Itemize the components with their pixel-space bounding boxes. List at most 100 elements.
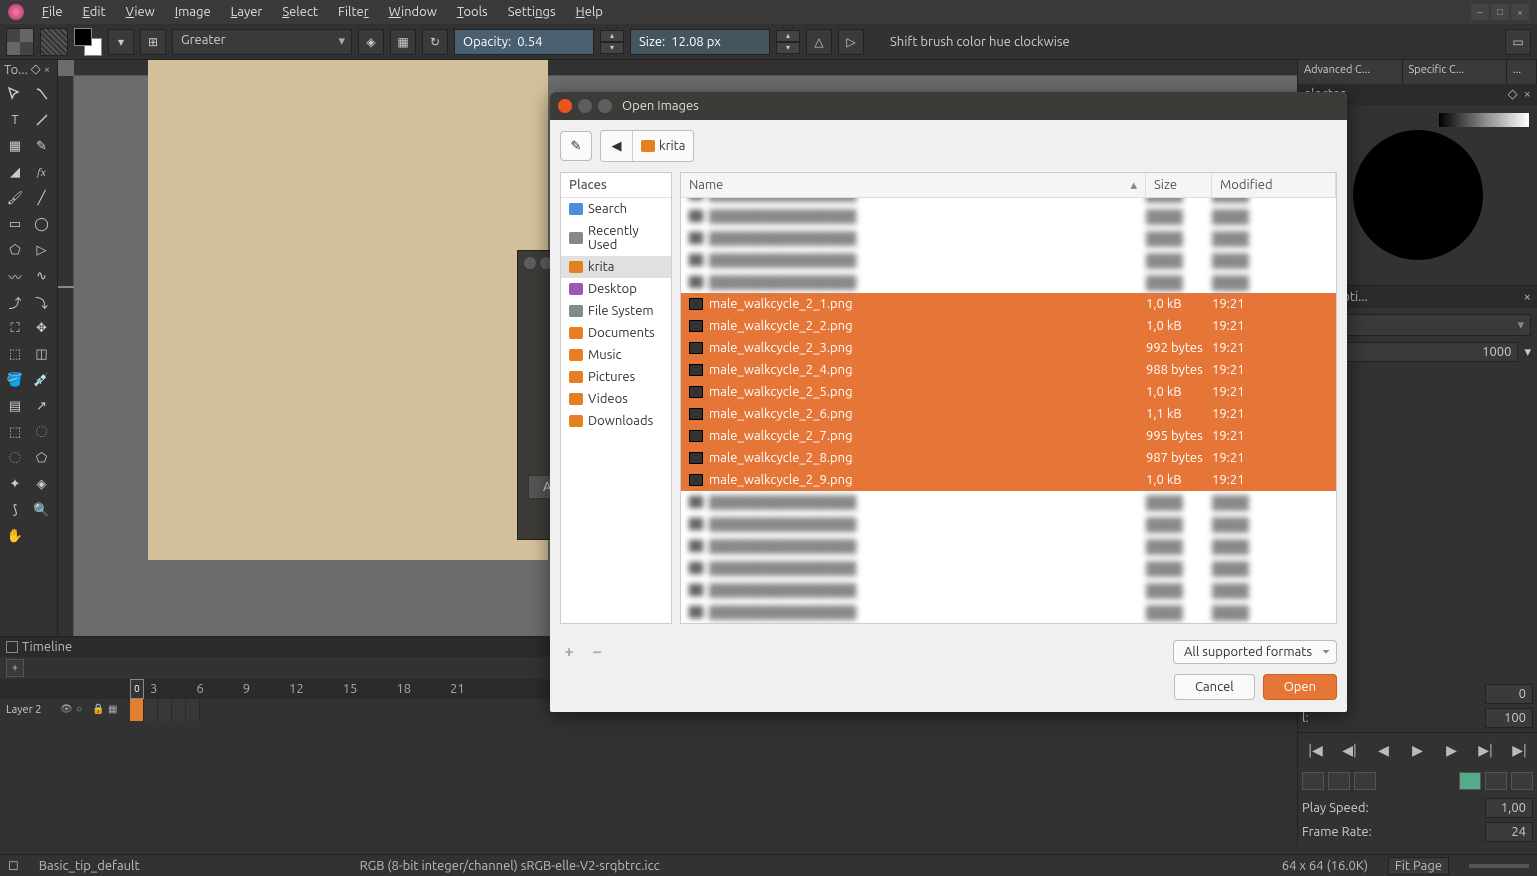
- places-item[interactable]: File System: [561, 300, 671, 322]
- eraser-toggle-icon[interactable]: ◈: [358, 29, 384, 55]
- cancel-button[interactable]: Cancel: [1174, 674, 1255, 700]
- transform-tool-icon[interactable]: [29, 81, 55, 107]
- multibrush-tool-icon[interactable]: ⤵: [29, 289, 55, 315]
- menu-file[interactable]: File: [32, 2, 73, 22]
- places-item[interactable]: Music: [561, 344, 671, 366]
- zoom-tool-icon[interactable]: 🔍: [29, 497, 55, 523]
- tab-more[interactable]: ...: [1507, 60, 1537, 84]
- file-row[interactable]: ████████████████████████: [681, 205, 1336, 227]
- blend-mode-select[interactable]: Greater: [172, 29, 352, 55]
- path-back-button[interactable]: ◀: [601, 131, 633, 161]
- size-slider[interactable]: Size: 12.08 px: [630, 29, 770, 55]
- tab-advanced-color[interactable]: Advanced C...: [1298, 60, 1403, 84]
- close-icon[interactable]: ×: [1524, 290, 1531, 304]
- col-size[interactable]: Size: [1146, 173, 1212, 197]
- value-gradient[interactable]: [1439, 113, 1529, 127]
- freehand-select-icon[interactable]: ◌: [2, 445, 28, 471]
- onion-skin-toggle[interactable]: [1302, 772, 1324, 790]
- similar-select-icon[interactable]: ◈: [29, 471, 55, 497]
- end-input[interactable]: 100: [1485, 708, 1533, 728]
- float-icon[interactable]: ◇: [31, 62, 41, 77]
- brush-preset-2-icon[interactable]: [40, 28, 68, 56]
- deform-tool-icon[interactable]: ⬚: [2, 341, 28, 367]
- frame-cell[interactable]: [172, 699, 186, 721]
- float-icon[interactable]: ◇: [1508, 87, 1518, 102]
- dialog-minimize-icon[interactable]: [578, 99, 592, 113]
- dropdown-arrow-icon[interactable]: ▾: [108, 29, 134, 55]
- file-row[interactable]: ████████████████████████: [681, 601, 1336, 623]
- places-item[interactable]: krita: [561, 256, 671, 278]
- file-row[interactable]: ████████████████████████: [681, 198, 1336, 205]
- menu-filter[interactable]: Filter: [328, 2, 379, 22]
- window-minimize-icon[interactable]: –: [1471, 4, 1489, 20]
- grid-tool-icon[interactable]: ▤: [2, 393, 28, 419]
- color-picker-tool-icon[interactable]: 💉: [29, 367, 55, 393]
- dyna-tool-icon[interactable]: ⤴: [2, 289, 28, 315]
- col-name[interactable]: Name: [681, 173, 1146, 197]
- workspace-chooser-icon[interactable]: ▭: [1505, 29, 1531, 55]
- line-tool-icon[interactable]: ╱: [29, 185, 55, 211]
- reload-preset-icon[interactable]: ↻: [422, 29, 448, 55]
- bezier-select-icon[interactable]: ⟆: [2, 497, 28, 523]
- file-row[interactable]: male_walkcycle_2_6.png1,1 kB19:21: [681, 403, 1336, 425]
- playhead[interactable]: 0: [130, 679, 144, 699]
- breadcrumb-krita[interactable]: krita: [633, 131, 693, 161]
- menu-layer[interactable]: Layer: [221, 2, 273, 22]
- text-tool-icon[interactable]: T: [2, 107, 28, 133]
- play-icon[interactable]: ▶: [1406, 739, 1430, 763]
- menu-settings[interactable]: Settings: [498, 2, 566, 22]
- size-spinner[interactable]: ▴▾: [776, 30, 800, 54]
- menu-help[interactable]: Help: [566, 2, 613, 22]
- brush-preset-1-icon[interactable]: [6, 28, 34, 56]
- edit-shapes-tool-icon[interactable]: ✎: [29, 133, 55, 159]
- places-item[interactable]: Downloads: [561, 410, 671, 432]
- file-row[interactable]: male_walkcycle_2_2.png1,0 kB19:21: [681, 315, 1336, 337]
- start-input[interactable]: 0: [1485, 684, 1533, 704]
- next-keyframe-icon[interactable]: ▶|: [1474, 739, 1498, 763]
- mirror-v-icon[interactable]: ▷: [838, 29, 864, 55]
- rect-tool-icon[interactable]: ▭: [2, 211, 28, 237]
- dialog-close-icon[interactable]: [558, 99, 572, 113]
- window-maximize-icon[interactable]: □: [1491, 4, 1509, 20]
- ellipse-tool-icon[interactable]: ◯: [29, 211, 55, 237]
- opacity-slider[interactable]: Opacity: 0.54: [454, 29, 594, 55]
- ellipse-select-icon[interactable]: ◌: [29, 419, 55, 445]
- places-item[interactable]: Videos: [561, 388, 671, 410]
- add-layer-icon[interactable]: +: [6, 659, 24, 677]
- settings-icon[interactable]: [1511, 772, 1533, 790]
- onion-next-icon[interactable]: [1354, 772, 1376, 790]
- visibility-icon[interactable]: 👁: [60, 703, 74, 717]
- frame-cell[interactable]: [158, 699, 172, 721]
- pan-tool-icon[interactable]: ✋: [2, 523, 28, 549]
- bezier-tool-icon[interactable]: 〰: [2, 263, 28, 289]
- fx-tool-icon[interactable]: fx: [29, 159, 55, 185]
- alpha-lock-icon[interactable]: ▦: [390, 29, 416, 55]
- file-row[interactable]: ████████████████████████: [681, 271, 1336, 293]
- file-row[interactable]: male_walkcycle_2_1.png1,0 kB19:21: [681, 293, 1336, 315]
- file-row[interactable]: male_walkcycle_2_7.png995 bytes19:21: [681, 425, 1336, 447]
- drop-frames-icon[interactable]: [1459, 772, 1481, 790]
- sub-close-icon[interactable]: [524, 257, 536, 269]
- file-row[interactable]: ████████████████████████: [681, 491, 1336, 513]
- file-row[interactable]: male_walkcycle_2_3.png992 bytes19:21: [681, 337, 1336, 359]
- file-row[interactable]: ████████████████████████: [681, 513, 1336, 535]
- calligraphy-tool-icon[interactable]: [29, 107, 55, 133]
- rect-select-icon[interactable]: ⬚: [2, 419, 28, 445]
- onion-prev-icon[interactable]: [1328, 772, 1350, 790]
- contiguous-select-icon[interactable]: ✦: [2, 471, 28, 497]
- menu-window[interactable]: Window: [379, 2, 447, 22]
- menu-edit[interactable]: Edit: [73, 2, 116, 22]
- play-speed-input[interactable]: 1,00: [1485, 798, 1533, 818]
- onion-icon[interactable]: ○: [76, 703, 90, 717]
- move-tool-icon[interactable]: [2, 81, 28, 107]
- goto-start-icon[interactable]: |◀: [1304, 739, 1328, 763]
- tab-specific-color[interactable]: Specific C...: [1403, 60, 1508, 84]
- file-row[interactable]: ████████████████████████: [681, 249, 1336, 271]
- zoom-select[interactable]: Fit Page: [1388, 857, 1449, 875]
- file-row[interactable]: male_walkcycle_2_5.png1,0 kB19:21: [681, 381, 1336, 403]
- frame-rate-input[interactable]: 24: [1485, 822, 1533, 842]
- places-item[interactable]: Desktop: [561, 278, 671, 300]
- edit-path-button[interactable]: ✎: [560, 131, 592, 161]
- remove-bookmark-icon[interactable]: −: [588, 643, 606, 661]
- places-item[interactable]: Search: [561, 198, 671, 220]
